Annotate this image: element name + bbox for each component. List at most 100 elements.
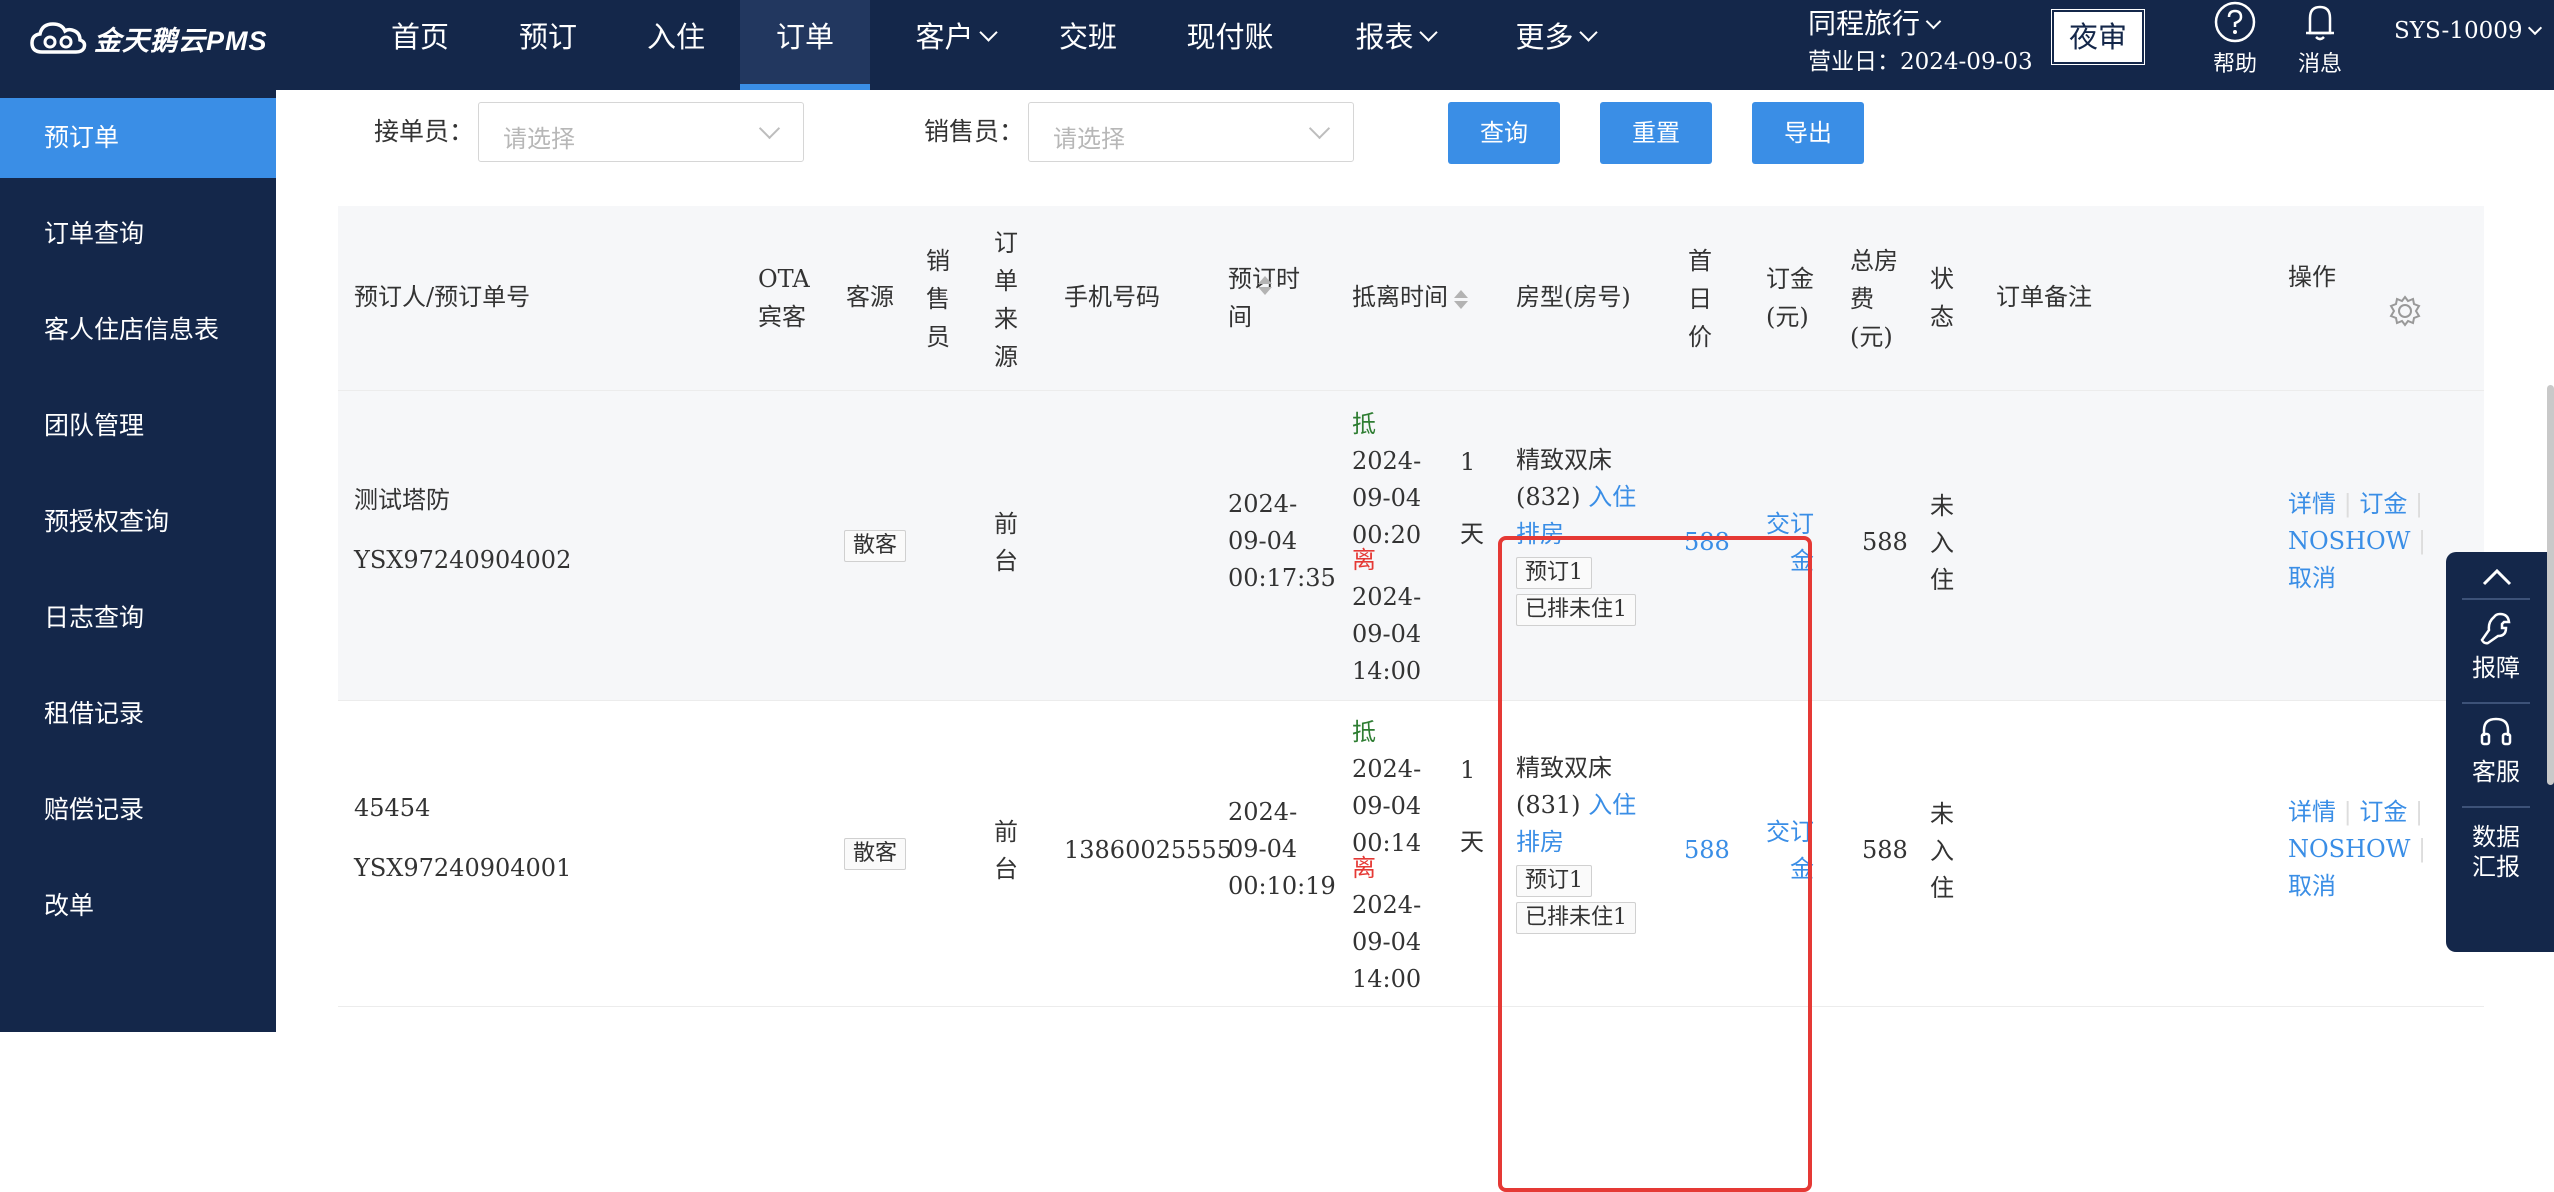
report-issue-label: 报障 xyxy=(2472,654,2520,682)
nav-home[interactable]: 首页 xyxy=(372,0,468,90)
receiver-select[interactable]: 请选择 xyxy=(478,102,804,162)
hotel-selector[interactable]: 同程旅行 xyxy=(1808,2,1942,42)
col-salesperson: 销售员 xyxy=(926,247,950,351)
checkin-link[interactable]: 入住 xyxy=(1588,483,1636,511)
chevron-down-icon xyxy=(1925,13,1942,30)
reset-button[interactable]: 重置 xyxy=(1600,102,1712,164)
nav-shift-label: 交班 xyxy=(1058,20,1117,54)
detail-link[interactable]: 详情 xyxy=(2288,490,2336,518)
chevron-down-icon xyxy=(1418,23,1438,42)
arranged-tag: 已排未住1 xyxy=(1516,902,1636,934)
departure-tag: 离 xyxy=(1352,854,1376,882)
sidebar-item-order-query[interactable]: 订单查询 xyxy=(0,194,276,274)
pay-deposit-link[interactable]: 交订金 xyxy=(1764,506,1814,580)
nav-orders-label: 订单 xyxy=(775,20,834,54)
sort-icon[interactable] xyxy=(1258,276,1272,296)
status: 未入住 xyxy=(1930,800,1954,902)
booking-count-tag: 预订1 xyxy=(1516,865,1592,897)
total-fee: 588 xyxy=(1862,836,1908,864)
customer-service-button[interactable]: 客服 xyxy=(2446,714,2546,787)
col-ota-guest: OTA宾客 xyxy=(758,265,810,331)
col-room-type: 房型(房号) xyxy=(1516,283,1631,311)
arrange-room-link[interactable]: 排房 xyxy=(1516,520,1564,548)
sidebar-item-rental-records[interactable]: 租借记录 xyxy=(0,674,276,754)
messages-button[interactable]: 消息 xyxy=(2285,0,2355,78)
query-button[interactable]: 查询 xyxy=(1448,102,1560,164)
room-type-cell: 精致双床 (831) 入住 排房 预订1 已排未住1 xyxy=(1516,750,1646,935)
receiver-placeholder: 请选择 xyxy=(503,125,575,153)
first-day-price[interactable]: 588 xyxy=(1684,524,1730,561)
night-audit-button[interactable]: 夜审 xyxy=(2051,9,2145,65)
gear-icon[interactable] xyxy=(2388,294,2422,328)
order-source: 前台 xyxy=(994,510,1018,575)
checkin-link[interactable]: 入住 xyxy=(1588,791,1636,819)
sidebar-item-preauth-query[interactable]: 预授权查询 xyxy=(0,482,276,562)
arrival-tag: 抵 xyxy=(1352,718,1376,746)
nav-booking[interactable]: 预订 xyxy=(500,0,596,90)
sales-select[interactable]: 请选择 xyxy=(1028,102,1354,162)
detail-link[interactable]: 详情 xyxy=(2288,798,2336,826)
row-divider xyxy=(338,1006,2484,1007)
row-actions: 详情 | 订金 | NOSHOW | 取消 xyxy=(2288,798,2427,900)
report-issue-button[interactable]: 报障 xyxy=(2446,610,2546,683)
noshow-link[interactable]: NOSHOW xyxy=(2288,527,2410,555)
room-type: 精致双床 xyxy=(1516,446,1612,474)
room-number: (832) xyxy=(1516,483,1581,511)
top-navigation-bar: 金天鹅云PMS 首页 预订 入住 订单 客户 交班 现付账 报表 更多 同程旅行… xyxy=(0,0,2554,90)
deposit-link[interactable]: 订金 xyxy=(2359,798,2407,826)
data-report-button[interactable]: 数据汇报 xyxy=(2466,822,2526,882)
export-button[interactable]: 导出 xyxy=(1752,102,1864,164)
chevron-down-icon xyxy=(978,23,998,42)
cancel-link[interactable]: 取消 xyxy=(2288,564,2336,592)
nav-checkin[interactable]: 入住 xyxy=(628,0,724,90)
room-number: (831) xyxy=(1516,791,1581,819)
business-date-label: 营业日： xyxy=(1808,49,1900,75)
nav-cash-account[interactable]: 现付账 xyxy=(1170,0,1290,90)
order-number: YSX97240904002 xyxy=(354,546,572,574)
nav-orders[interactable]: 订单 xyxy=(740,0,870,90)
col-status: 状态 xyxy=(1930,265,1954,331)
first-day-price[interactable]: 588 xyxy=(1684,832,1730,869)
nav-reports[interactable]: 报表 xyxy=(1330,0,1460,90)
sidebar-item-group-management[interactable]: 团队管理 xyxy=(0,386,276,466)
sidebar-item-modify-order[interactable]: 改单 xyxy=(0,866,276,946)
col-source: 客源 xyxy=(846,283,894,311)
sidebar-item-compensation-records[interactable]: 赔偿记录 xyxy=(0,770,276,850)
nav-customers[interactable]: 客户 xyxy=(890,0,1020,90)
panel-divider xyxy=(2462,806,2530,808)
col-deposit: 订金(元) xyxy=(1766,265,1814,331)
pay-deposit-link[interactable]: 交订金 xyxy=(1764,814,1814,888)
cancel-link[interactable]: 取消 xyxy=(2288,872,2336,900)
chevron-up-icon[interactable] xyxy=(2480,566,2514,588)
col-actions: 操作 xyxy=(2288,263,2336,291)
hotel-name-label: 同程旅行 xyxy=(1808,7,1921,40)
nav-customers-label: 客户 xyxy=(915,20,974,54)
bell-icon xyxy=(2306,5,2334,41)
vertical-scrollbar[interactable] xyxy=(2547,385,2554,785)
sidebar-item-guest-info[interactable]: 客人住店信息表 xyxy=(0,290,276,370)
departure-time: 离 2024-09-04 14:00 xyxy=(1352,850,1452,998)
nav-more[interactable]: 更多 xyxy=(1490,0,1620,90)
app-logo[interactable]: 金天鹅云PMS xyxy=(28,18,268,58)
arrange-room-link[interactable]: 排房 xyxy=(1516,828,1564,856)
floating-service-panel: 报障 客服 数据汇报 xyxy=(2446,552,2554,952)
chevron-down-icon xyxy=(1308,117,1331,140)
col-phone: 手机号码 xyxy=(1064,283,1160,311)
help-button[interactable]: 帮助 xyxy=(2200,0,2270,78)
booker-name: 测试塔防 xyxy=(354,486,450,514)
order-number: YSX97240904001 xyxy=(354,854,572,882)
user-menu[interactable]: SYS-10009 xyxy=(2394,18,2543,44)
sidebar-item-log-query[interactable]: 日志查询 xyxy=(0,578,276,658)
col-order-source: 订单来源 xyxy=(994,229,1018,371)
col-total-fee: 总房费(元) xyxy=(1850,247,1898,351)
order-source: 前台 xyxy=(994,818,1018,883)
sidebar-item-reservations[interactable]: 预订单 xyxy=(0,98,276,178)
source-tag: 散客 xyxy=(844,838,907,870)
sort-icon[interactable] xyxy=(1454,290,1468,310)
nav-shift[interactable]: 交班 xyxy=(1040,0,1136,90)
noshow-link[interactable]: NOSHOW xyxy=(2288,835,2410,863)
arranged-tag: 已排未住1 xyxy=(1516,594,1636,626)
row-divider xyxy=(338,700,2484,701)
deposit-link[interactable]: 订金 xyxy=(2359,490,2407,518)
arrival-time: 抵 2024-09-04 00:20 xyxy=(1352,406,1452,554)
